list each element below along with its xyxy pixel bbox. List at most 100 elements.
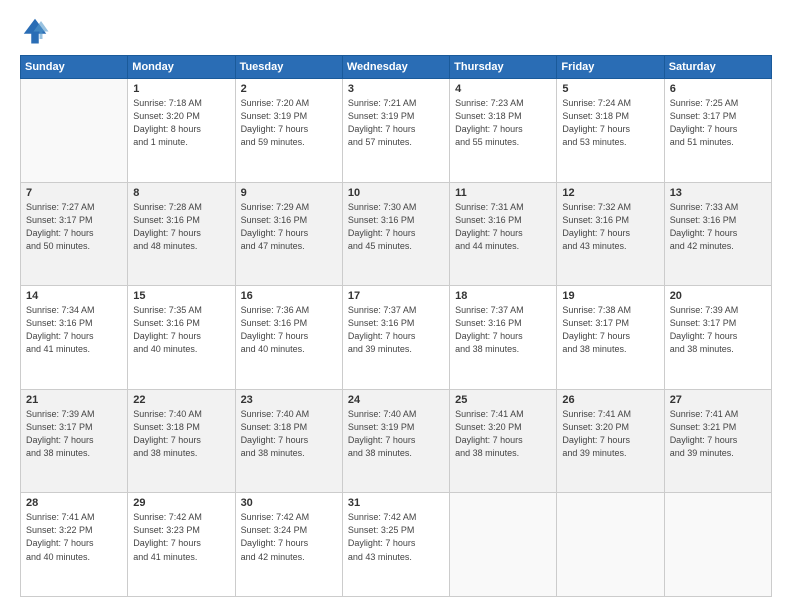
calendar-cell [450, 493, 557, 597]
day-number: 12 [562, 187, 658, 199]
day-info: Sunrise: 7:29 AM Sunset: 3:16 PM Dayligh… [241, 201, 337, 253]
day-number: 21 [26, 394, 122, 406]
day-number: 6 [670, 83, 766, 95]
calendar-cell: 19 Sunrise: 7:38 AM Sunset: 3:17 PM Dayli… [557, 286, 664, 390]
weekday-header-friday: Friday [557, 56, 664, 79]
day-number: 18 [455, 290, 551, 302]
day-number: 23 [241, 394, 337, 406]
day-info: Sunrise: 7:21 AM Sunset: 3:19 PM Dayligh… [348, 97, 444, 149]
day-info: Sunrise: 7:37 AM Sunset: 3:16 PM Dayligh… [348, 304, 444, 356]
header [20, 15, 772, 45]
day-number: 9 [241, 187, 337, 199]
calendar-cell: 10 Sunrise: 7:30 AM Sunset: 3:16 PM Dayli… [342, 182, 449, 286]
day-number: 1 [133, 83, 229, 95]
calendar-cell [557, 493, 664, 597]
page: SundayMondayTuesdayWednesdayThursdayFrid… [0, 0, 792, 612]
calendar-week-row: 28 Sunrise: 7:41 AM Sunset: 3:22 PM Dayli… [21, 493, 772, 597]
calendar-cell: 13 Sunrise: 7:33 AM Sunset: 3:16 PM Dayli… [664, 182, 771, 286]
calendar-cell: 27 Sunrise: 7:41 AM Sunset: 3:21 PM Dayli… [664, 389, 771, 493]
day-info: Sunrise: 7:25 AM Sunset: 3:17 PM Dayligh… [670, 97, 766, 149]
day-info: Sunrise: 7:35 AM Sunset: 3:16 PM Dayligh… [133, 304, 229, 356]
day-info: Sunrise: 7:41 AM Sunset: 3:22 PM Dayligh… [26, 511, 122, 563]
day-number: 29 [133, 497, 229, 509]
day-info: Sunrise: 7:20 AM Sunset: 3:19 PM Dayligh… [241, 97, 337, 149]
weekday-header-sunday: Sunday [21, 56, 128, 79]
calendar-cell: 4Sunrise: 7:23 AM Sunset: 3:18 PM Daylig… [450, 79, 557, 183]
calendar-cell: 20Sunrise: 7:39 AM Sunset: 3:17 PM Dayli… [664, 286, 771, 390]
calendar-cell: 9 Sunrise: 7:29 AM Sunset: 3:16 PM Daylig… [235, 182, 342, 286]
weekday-header-thursday: Thursday [450, 56, 557, 79]
day-number: 28 [26, 497, 122, 509]
day-number: 17 [348, 290, 444, 302]
day-info: Sunrise: 7:23 AM Sunset: 3:18 PM Dayligh… [455, 97, 551, 149]
calendar-cell: 28 Sunrise: 7:41 AM Sunset: 3:22 PM Dayli… [21, 493, 128, 597]
day-info: Sunrise: 7:36 AM Sunset: 3:16 PM Dayligh… [241, 304, 337, 356]
day-number: 10 [348, 187, 444, 199]
weekday-header-wednesday: Wednesday [342, 56, 449, 79]
calendar-cell: 26Sunrise: 7:41 AM Sunset: 3:20 PM Dayli… [557, 389, 664, 493]
day-info: Sunrise: 7:40 AM Sunset: 3:19 PM Dayligh… [348, 408, 444, 460]
calendar-cell: 2 Sunrise: 7:20 AM Sunset: 3:19 PM Daylig… [235, 79, 342, 183]
weekday-header-monday: Monday [128, 56, 235, 79]
day-info: Sunrise: 7:33 AM Sunset: 3:16 PM Dayligh… [670, 201, 766, 253]
day-number: 24 [348, 394, 444, 406]
logo-icon [20, 15, 50, 45]
day-info: Sunrise: 7:39 AM Sunset: 3:17 PM Dayligh… [670, 304, 766, 356]
day-info: Sunrise: 7:41 AM Sunset: 3:21 PM Dayligh… [670, 408, 766, 460]
calendar-cell [664, 493, 771, 597]
calendar-cell: 21 Sunrise: 7:39 AM Sunset: 3:17 PM Dayli… [21, 389, 128, 493]
day-number: 3 [348, 83, 444, 95]
day-number: 16 [241, 290, 337, 302]
day-number: 30 [241, 497, 337, 509]
calendar-cell: 1Sunrise: 7:18 AM Sunset: 3:20 PM Daylig… [128, 79, 235, 183]
day-number: 7 [26, 187, 122, 199]
day-number: 31 [348, 497, 444, 509]
day-info: Sunrise: 7:40 AM Sunset: 3:18 PM Dayligh… [133, 408, 229, 460]
calendar-cell [21, 79, 128, 183]
day-number: 13 [670, 187, 766, 199]
calendar-cell: 23 Sunrise: 7:40 AM Sunset: 3:18 PM Dayli… [235, 389, 342, 493]
calendar-cell: 5Sunrise: 7:24 AM Sunset: 3:18 PM Daylig… [557, 79, 664, 183]
day-number: 22 [133, 394, 229, 406]
day-info: Sunrise: 7:30 AM Sunset: 3:16 PM Dayligh… [348, 201, 444, 253]
calendar-cell: 6 Sunrise: 7:25 AM Sunset: 3:17 PM Daylig… [664, 79, 771, 183]
calendar-cell: 31 Sunrise: 7:42 AM Sunset: 3:25 PM Dayli… [342, 493, 449, 597]
day-number: 25 [455, 394, 551, 406]
calendar-cell: 8 Sunrise: 7:28 AM Sunset: 3:16 PM Daylig… [128, 182, 235, 286]
calendar-cell: 30 Sunrise: 7:42 AM Sunset: 3:24 PM Dayli… [235, 493, 342, 597]
day-info: Sunrise: 7:28 AM Sunset: 3:16 PM Dayligh… [133, 201, 229, 253]
calendar-cell: 25 Sunrise: 7:41 AM Sunset: 3:20 PM Dayli… [450, 389, 557, 493]
calendar-cell: 16 Sunrise: 7:36 AM Sunset: 3:16 PM Dayli… [235, 286, 342, 390]
calendar-table: SundayMondayTuesdayWednesdayThursdayFrid… [20, 55, 772, 597]
day-info: Sunrise: 7:39 AM Sunset: 3:17 PM Dayligh… [26, 408, 122, 460]
calendar-cell: 7 Sunrise: 7:27 AM Sunset: 3:17 PM Daylig… [21, 182, 128, 286]
calendar-week-row: 21 Sunrise: 7:39 AM Sunset: 3:17 PM Dayli… [21, 389, 772, 493]
day-info: Sunrise: 7:31 AM Sunset: 3:16 PM Dayligh… [455, 201, 551, 253]
calendar-cell: 18 Sunrise: 7:37 AM Sunset: 3:16 PM Dayli… [450, 286, 557, 390]
day-info: Sunrise: 7:42 AM Sunset: 3:23 PM Dayligh… [133, 511, 229, 563]
day-number: 27 [670, 394, 766, 406]
calendar-cell: 29 Sunrise: 7:42 AM Sunset: 3:23 PM Dayli… [128, 493, 235, 597]
calendar-cell: 11Sunrise: 7:31 AM Sunset: 3:16 PM Dayli… [450, 182, 557, 286]
calendar-cell: 24 Sunrise: 7:40 AM Sunset: 3:19 PM Dayli… [342, 389, 449, 493]
day-info: Sunrise: 7:38 AM Sunset: 3:17 PM Dayligh… [562, 304, 658, 356]
day-info: Sunrise: 7:41 AM Sunset: 3:20 PM Dayligh… [455, 408, 551, 460]
day-info: Sunrise: 7:40 AM Sunset: 3:18 PM Dayligh… [241, 408, 337, 460]
day-number: 2 [241, 83, 337, 95]
logo [20, 15, 54, 45]
calendar-cell: 12Sunrise: 7:32 AM Sunset: 3:16 PM Dayli… [557, 182, 664, 286]
weekday-header-row: SundayMondayTuesdayWednesdayThursdayFrid… [21, 56, 772, 79]
day-info: Sunrise: 7:42 AM Sunset: 3:25 PM Dayligh… [348, 511, 444, 563]
calendar-week-row: 1Sunrise: 7:18 AM Sunset: 3:20 PM Daylig… [21, 79, 772, 183]
day-info: Sunrise: 7:42 AM Sunset: 3:24 PM Dayligh… [241, 511, 337, 563]
day-info: Sunrise: 7:27 AM Sunset: 3:17 PM Dayligh… [26, 201, 122, 253]
day-info: Sunrise: 7:41 AM Sunset: 3:20 PM Dayligh… [562, 408, 658, 460]
day-info: Sunrise: 7:37 AM Sunset: 3:16 PM Dayligh… [455, 304, 551, 356]
day-number: 19 [562, 290, 658, 302]
day-number: 15 [133, 290, 229, 302]
calendar-cell: 14Sunrise: 7:34 AM Sunset: 3:16 PM Dayli… [21, 286, 128, 390]
day-info: Sunrise: 7:24 AM Sunset: 3:18 PM Dayligh… [562, 97, 658, 149]
day-number: 8 [133, 187, 229, 199]
calendar-cell: 22 Sunrise: 7:40 AM Sunset: 3:18 PM Dayli… [128, 389, 235, 493]
day-info: Sunrise: 7:34 AM Sunset: 3:16 PM Dayligh… [26, 304, 122, 356]
